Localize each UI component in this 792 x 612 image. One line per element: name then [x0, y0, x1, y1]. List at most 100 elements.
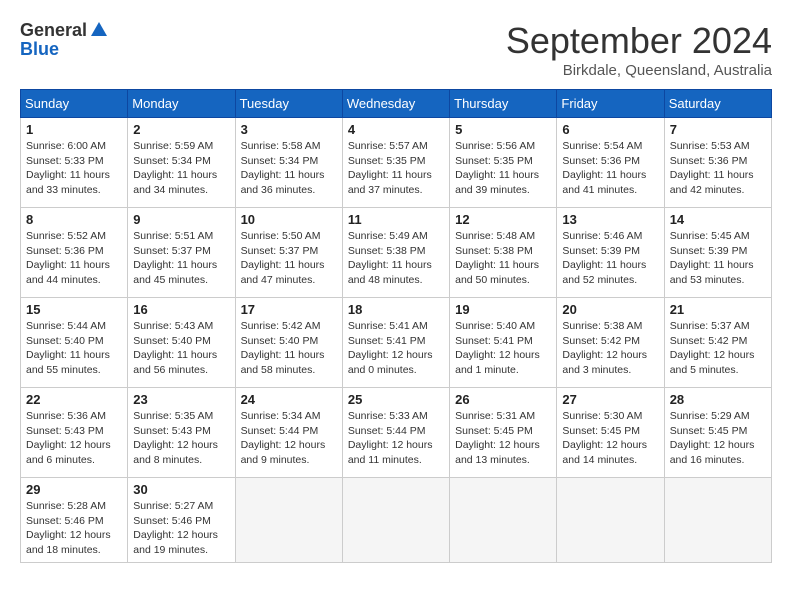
day-number: 1: [26, 122, 122, 137]
calendar-cell: 21 Sunrise: 5:37 AM Sunset: 5:42 PM Dayli…: [664, 298, 771, 388]
day-number: 16: [133, 302, 229, 317]
calendar-cell: 24 Sunrise: 5:34 AM Sunset: 5:44 PM Dayli…: [235, 388, 342, 478]
calendar-cell: 25 Sunrise: 5:33 AM Sunset: 5:44 PM Dayli…: [342, 388, 449, 478]
day-number: 25: [348, 392, 444, 407]
day-number: 22: [26, 392, 122, 407]
day-number: 21: [670, 302, 766, 317]
day-number: 2: [133, 122, 229, 137]
day-info: Sunrise: 5:33 AM Sunset: 5:44 PM Dayligh…: [348, 409, 444, 468]
day-info: Sunrise: 5:50 AM Sunset: 5:37 PM Dayligh…: [241, 229, 337, 288]
day-info: Sunrise: 5:44 AM Sunset: 5:40 PM Dayligh…: [26, 319, 122, 378]
day-info: Sunrise: 5:37 AM Sunset: 5:42 PM Dayligh…: [670, 319, 766, 378]
day-info: Sunrise: 5:57 AM Sunset: 5:35 PM Dayligh…: [348, 139, 444, 198]
calendar-cell: 22 Sunrise: 5:36 AM Sunset: 5:43 PM Dayli…: [21, 388, 128, 478]
day-info: Sunrise: 5:52 AM Sunset: 5:36 PM Dayligh…: [26, 229, 122, 288]
day-number: 30: [133, 482, 229, 497]
calendar-cell: 19 Sunrise: 5:40 AM Sunset: 5:41 PM Dayli…: [450, 298, 557, 388]
day-number: 18: [348, 302, 444, 317]
calendar-table: Sunday Monday Tuesday Wednesday Thursday…: [20, 89, 772, 563]
header-monday: Monday: [128, 90, 235, 118]
logo-icon: [89, 20, 109, 40]
day-number: 23: [133, 392, 229, 407]
day-number: 10: [241, 212, 337, 227]
day-info: Sunrise: 5:34 AM Sunset: 5:44 PM Dayligh…: [241, 409, 337, 468]
calendar-cell: 26 Sunrise: 5:31 AM Sunset: 5:45 PM Dayli…: [450, 388, 557, 478]
day-info: Sunrise: 5:45 AM Sunset: 5:39 PM Dayligh…: [670, 229, 766, 288]
calendar-cell: 8 Sunrise: 5:52 AM Sunset: 5:36 PM Daylig…: [21, 208, 128, 298]
calendar-cell: [664, 478, 771, 563]
calendar-cell: 11Sunrise: 5:49 AM Sunset: 5:38 PM Dayli…: [342, 208, 449, 298]
calendar-cell: 7 Sunrise: 5:53 AM Sunset: 5:36 PM Daylig…: [664, 118, 771, 208]
day-info: Sunrise: 5:36 AM Sunset: 5:43 PM Dayligh…: [26, 409, 122, 468]
day-number: 14: [670, 212, 766, 227]
day-info: Sunrise: 5:35 AM Sunset: 5:43 PM Dayligh…: [133, 409, 229, 468]
day-number: 9: [133, 212, 229, 227]
day-number: 6: [562, 122, 658, 137]
day-info: Sunrise: 6:00 AM Sunset: 5:33 PM Dayligh…: [26, 139, 122, 198]
header-thursday: Thursday: [450, 90, 557, 118]
calendar-cell: [557, 478, 664, 563]
calendar-cell: 16 Sunrise: 5:43 AM Sunset: 5:40 PM Dayli…: [128, 298, 235, 388]
day-info: Sunrise: 5:46 AM Sunset: 5:39 PM Dayligh…: [562, 229, 658, 288]
calendar-cell: 20 Sunrise: 5:38 AM Sunset: 5:42 PM Dayli…: [557, 298, 664, 388]
calendar-cell: 17Sunrise: 5:42 AM Sunset: 5:40 PM Dayli…: [235, 298, 342, 388]
day-number: 7: [670, 122, 766, 137]
day-info: Sunrise: 5:43 AM Sunset: 5:40 PM Dayligh…: [133, 319, 229, 378]
day-info: Sunrise: 5:30 AM Sunset: 5:45 PM Dayligh…: [562, 409, 658, 468]
calendar-cell: 4 Sunrise: 5:57 AM Sunset: 5:35 PM Daylig…: [342, 118, 449, 208]
day-info: Sunrise: 5:42 AM Sunset: 5:40 PM Dayligh…: [241, 319, 337, 378]
day-info: Sunrise: 5:28 AM Sunset: 5:46 PM Dayligh…: [26, 499, 122, 558]
header-saturday: Saturday: [664, 90, 771, 118]
day-info: Sunrise: 5:38 AM Sunset: 5:42 PM Dayligh…: [562, 319, 658, 378]
day-info: Sunrise: 5:59 AM Sunset: 5:34 PM Dayligh…: [133, 139, 229, 198]
calendar-cell: 15Sunrise: 5:44 AM Sunset: 5:40 PM Dayli…: [21, 298, 128, 388]
day-number: 4: [348, 122, 444, 137]
day-info: Sunrise: 5:40 AM Sunset: 5:41 PM Dayligh…: [455, 319, 551, 378]
header-wednesday: Wednesday: [342, 90, 449, 118]
day-info: Sunrise: 5:29 AM Sunset: 5:45 PM Dayligh…: [670, 409, 766, 468]
day-info: Sunrise: 5:51 AM Sunset: 5:37 PM Dayligh…: [133, 229, 229, 288]
logo: General Blue: [20, 20, 109, 58]
day-number: 28: [670, 392, 766, 407]
weekday-header-row: Sunday Monday Tuesday Wednesday Thursday…: [21, 90, 772, 118]
day-number: 27: [562, 392, 658, 407]
calendar-cell: 27 Sunrise: 5:30 AM Sunset: 5:45 PM Dayli…: [557, 388, 664, 478]
day-info: Sunrise: 5:58 AM Sunset: 5:34 PM Dayligh…: [241, 139, 337, 198]
day-info: Sunrise: 5:56 AM Sunset: 5:35 PM Dayligh…: [455, 139, 551, 198]
calendar-cell: 6 Sunrise: 5:54 AM Sunset: 5:36 PM Daylig…: [557, 118, 664, 208]
calendar-cell: 5 Sunrise: 5:56 AM Sunset: 5:35 PM Daylig…: [450, 118, 557, 208]
day-number: 5: [455, 122, 551, 137]
calendar-cell: 3Sunrise: 5:58 AM Sunset: 5:34 PM Daylig…: [235, 118, 342, 208]
day-number: 26: [455, 392, 551, 407]
calendar-cell: 2 Sunrise: 5:59 AM Sunset: 5:34 PM Daylig…: [128, 118, 235, 208]
day-number: 13: [562, 212, 658, 227]
day-number: 24: [241, 392, 337, 407]
header-tuesday: Tuesday: [235, 90, 342, 118]
page-header: General Blue September 2024 Birkdale, Qu…: [20, 20, 772, 79]
calendar-cell: 18 Sunrise: 5:41 AM Sunset: 5:41 PM Dayli…: [342, 298, 449, 388]
calendar-cell: 29 Sunrise: 5:28 AM Sunset: 5:46 PM Dayli…: [21, 478, 128, 563]
calendar-cell: 1 Sunrise: 6:00 AM Sunset: 5:33 PM Daylig…: [21, 118, 128, 208]
day-info: Sunrise: 5:31 AM Sunset: 5:45 PM Dayligh…: [455, 409, 551, 468]
day-number: 11: [348, 212, 444, 227]
day-info: Sunrise: 5:54 AM Sunset: 5:36 PM Dayligh…: [562, 139, 658, 198]
day-info: Sunrise: 5:41 AM Sunset: 5:41 PM Dayligh…: [348, 319, 444, 378]
calendar-cell: 30 Sunrise: 5:27 AM Sunset: 5:46 PM Dayli…: [128, 478, 235, 563]
day-info: Sunrise: 5:27 AM Sunset: 5:46 PM Dayligh…: [133, 499, 229, 558]
day-info: Sunrise: 5:53 AM Sunset: 5:36 PM Dayligh…: [670, 139, 766, 198]
location-subtitle: Birkdale, Queensland, Australia: [506, 62, 772, 79]
calendar-cell: 12Sunrise: 5:48 AM Sunset: 5:38 PM Dayli…: [450, 208, 557, 298]
header-sunday: Sunday: [21, 90, 128, 118]
calendar-cell: 10 Sunrise: 5:50 AM Sunset: 5:37 PM Dayli…: [235, 208, 342, 298]
day-number: 29: [26, 482, 122, 497]
day-number: 19: [455, 302, 551, 317]
month-title: September 2024: [506, 20, 772, 62]
day-number: 20: [562, 302, 658, 317]
day-number: 8: [26, 212, 122, 227]
logo-blue-text: Blue: [20, 40, 59, 58]
title-block: September 2024 Birkdale, Queensland, Aus…: [506, 20, 772, 79]
calendar-cell: 28 Sunrise: 5:29 AM Sunset: 5:45 PM Dayli…: [664, 388, 771, 478]
calendar-cell: 14 Sunrise: 5:45 AM Sunset: 5:39 PM Dayli…: [664, 208, 771, 298]
header-friday: Friday: [557, 90, 664, 118]
day-info: Sunrise: 5:48 AM Sunset: 5:38 PM Dayligh…: [455, 229, 551, 288]
